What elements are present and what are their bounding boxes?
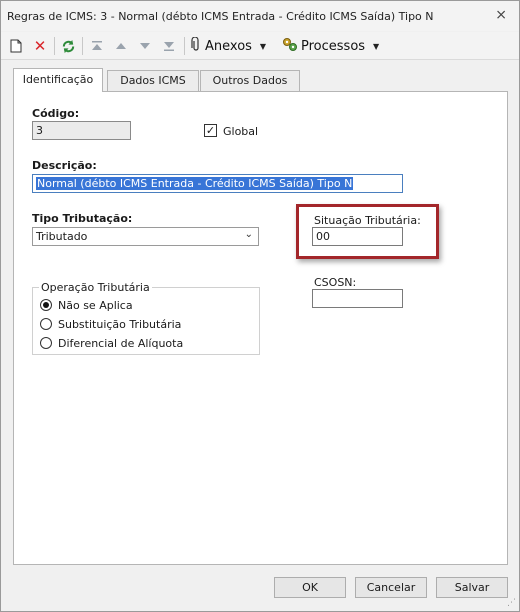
dialog-window: Regras de ICMS: 3 - Normal (débto ICMS E…	[0, 0, 520, 612]
previous-record-icon[interactable]	[112, 36, 130, 56]
global-checkbox[interactable]: ✓	[204, 124, 217, 137]
paperclip-icon	[190, 35, 202, 56]
close-icon[interactable]: ⨯	[495, 7, 507, 23]
chevron-down-icon: ⌄	[244, 229, 253, 240]
tab-identificacao[interactable]: Identificação	[13, 68, 103, 92]
codigo-field[interactable]: 3	[32, 121, 131, 140]
radio-button[interactable]	[40, 337, 52, 349]
anexos-label: Anexos	[205, 38, 252, 54]
delete-icon[interactable]: ✕	[31, 36, 49, 56]
radio-button[interactable]	[40, 318, 52, 330]
descricao-field[interactable]: Normal (débto ICMS Entrada - Crédito ICM…	[32, 174, 403, 193]
new-document-icon[interactable]	[7, 36, 25, 56]
cancel-button[interactable]: Cancelar	[355, 577, 427, 598]
radio-label: Substituição Tributária	[58, 317, 182, 331]
csosn-label: CSOSN:	[314, 276, 357, 289]
highlight-annotation	[296, 204, 439, 259]
csosn-field[interactable]	[312, 289, 403, 308]
radio-substituicao-tributaria[interactable]: Substituição Tributária	[40, 317, 181, 331]
toolbar-separator	[82, 37, 83, 55]
dropdown-arrow-icon: ▼	[373, 41, 380, 51]
window-title: Regras de ICMS: 3 - Normal (débto ICMS E…	[7, 10, 434, 23]
descricao-label: Descrição:	[32, 159, 97, 172]
radio-nao-se-aplica[interactable]: Não se Aplica	[40, 298, 133, 312]
tab-outros-dados[interactable]: Outros Dados	[200, 70, 300, 91]
toolbar-separator	[54, 37, 55, 55]
radio-diferencial-aliquota[interactable]: Diferencial de Alíquota	[40, 336, 183, 350]
descricao-value: Normal (débto ICMS Entrada - Crédito ICM…	[36, 177, 354, 190]
global-label: Global	[223, 125, 259, 138]
resize-grip-icon[interactable]: ⋰	[507, 598, 516, 608]
radio-label: Diferencial de Alíquota	[58, 336, 184, 350]
tipo-tributacao-select[interactable]: Tributado ⌄	[32, 227, 259, 246]
gears-icon	[282, 37, 298, 56]
tipo-tributacao-value: Tributado	[36, 230, 88, 243]
tab-dados-icms[interactable]: Dados ICMS	[107, 70, 199, 91]
tab-panel-identificacao: Código: 3 ✓ Global Descrição: Normal (dé…	[13, 91, 508, 565]
save-button[interactable]: Salvar	[436, 577, 508, 598]
processos-label: Processos	[301, 38, 366, 54]
radio-button[interactable]	[40, 299, 52, 311]
tipo-tributacao-label: Tipo Tributação:	[32, 212, 133, 225]
operacao-tributaria-label: Operação Tributária	[39, 281, 152, 294]
next-record-icon[interactable]	[136, 36, 154, 56]
ok-button[interactable]: OK	[274, 577, 346, 598]
toolbar: ✕ Anexos ▼ Processos ▼	[1, 32, 519, 60]
anexos-menu-button[interactable]: Anexos ▼	[190, 35, 274, 56]
refresh-icon[interactable]	[59, 36, 77, 56]
title-bar: Regras de ICMS: 3 - Normal (débto ICMS E…	[1, 1, 519, 31]
radio-label: Não se Aplica	[58, 298, 133, 312]
dropdown-arrow-icon: ▼	[259, 41, 267, 51]
codigo-label: Código:	[32, 107, 80, 120]
operacao-tributaria-group: Operação Tributária Não se Aplica Substi…	[32, 281, 260, 355]
first-record-icon[interactable]	[88, 36, 106, 56]
toolbar-separator	[184, 37, 185, 55]
last-record-icon[interactable]	[160, 36, 178, 56]
processos-menu-button[interactable]: Processos ▼	[282, 36, 382, 56]
